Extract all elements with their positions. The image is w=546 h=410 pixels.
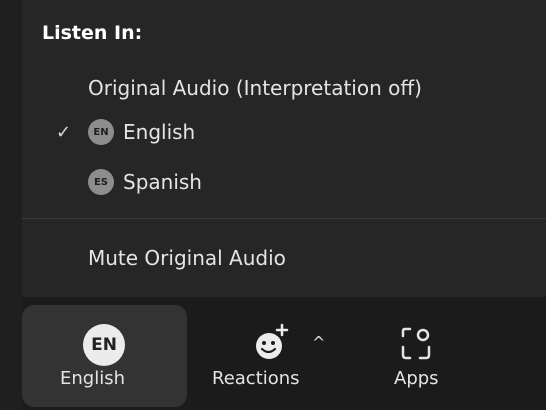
menu-item-label: Mute Original Audio [88,246,286,270]
language-badge-icon: EN [83,324,125,366]
menu-title: Listen In: [42,22,143,44]
language-interpretation-button[interactable]: EN English [22,305,187,407]
checkmark-icon: ✓ [56,121,72,143]
menu-item-original-audio[interactable]: Original Audio (Interpretation off) [22,64,546,112]
meeting-toolbar: EN English Reactions ^ Apps [22,297,546,410]
language-badge-icon: EN [88,119,114,145]
toolbar-label: English [60,368,125,389]
apps-icon [401,327,431,360]
chevron-up-icon[interactable]: ^ [312,333,325,352]
toolbar-label: Apps [394,368,439,389]
smiley-add-icon [256,323,289,359]
menu-item-english[interactable]: ✓ EN English [22,108,546,156]
menu-divider [22,218,546,219]
menu-item-spanish[interactable]: ES Spanish [22,158,546,206]
mute-original-audio-item[interactable]: Mute Original Audio [22,234,546,282]
menu-item-label: Original Audio (Interpretation off) [88,76,422,100]
toolbar-label: Reactions [212,368,300,389]
menu-item-label: English [123,120,196,144]
menu-item-label: Spanish [123,170,202,194]
language-badge-icon: ES [88,169,114,195]
apps-button[interactable]: Apps [372,305,462,407]
reactions-button[interactable]: Reactions [202,305,332,407]
listen-in-menu: Listen In: Original Audio (Interpretatio… [22,0,546,297]
